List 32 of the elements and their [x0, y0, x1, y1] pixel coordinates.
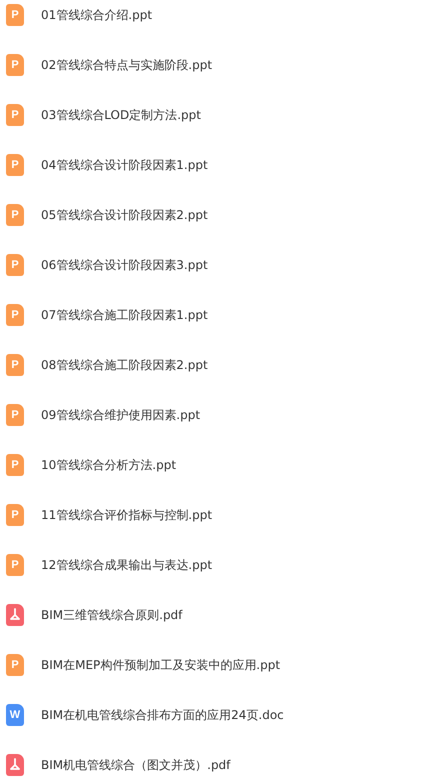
- presentation-file-icon: P: [6, 354, 24, 376]
- presentation-file-icon: P: [6, 554, 24, 576]
- file-name[interactable]: 05管线综合设计阶段因素2.ppt: [41, 204, 208, 226]
- presentation-file-icon: P: [6, 104, 24, 126]
- file-name[interactable]: BIM机电管线综合（图文并茂）.pdf: [41, 754, 230, 776]
- presentation-file-icon: P: [6, 54, 24, 76]
- file-name[interactable]: 02管线综合特点与实施阶段.ppt: [41, 54, 212, 76]
- pdf-file-icon: [6, 604, 24, 626]
- presentation-file-icon: P: [6, 204, 24, 226]
- presentation-file-icon: P: [6, 454, 24, 476]
- presentation-file-icon: P: [6, 404, 24, 426]
- pdf-file-icon: [6, 754, 24, 776]
- presentation-file-icon: P: [6, 154, 24, 176]
- presentation-file-icon: P: [6, 254, 24, 276]
- file-name[interactable]: BIM三维管线综合原则.pdf: [41, 604, 182, 626]
- file-name[interactable]: 07管线综合施工阶段因素1.ppt: [41, 304, 208, 326]
- file-name[interactable]: 03管线综合LOD定制方法.ppt: [41, 104, 201, 126]
- presentation-file-icon: P: [6, 4, 24, 26]
- file-name[interactable]: BIM在机电管线综合排布方面的应用24页.doc: [41, 704, 284, 726]
- document-file-icon: W: [6, 704, 24, 726]
- file-name[interactable]: 04管线综合设计阶段因素1.ppt: [41, 154, 208, 176]
- presentation-file-icon: P: [6, 654, 24, 676]
- presentation-file-icon: P: [6, 504, 24, 526]
- file-name[interactable]: 06管线综合设计阶段因素3.ppt: [41, 254, 208, 276]
- file-name[interactable]: 10管线综合分析方法.ppt: [41, 454, 176, 476]
- file-name[interactable]: BIM在MEP构件预制加工及安装中的应用.ppt: [41, 654, 280, 676]
- file-name[interactable]: 12管线综合成果输出与表达.ppt: [41, 554, 212, 576]
- presentation-file-icon: P: [6, 304, 24, 326]
- file-name[interactable]: 09管线综合维护使用因素.ppt: [41, 404, 200, 426]
- file-name[interactable]: 11管线综合评价指标与控制.ppt: [41, 504, 212, 526]
- file-name[interactable]: 01管线综合介绍.ppt: [41, 4, 152, 26]
- file-name[interactable]: 08管线综合施工阶段因素2.ppt: [41, 354, 208, 376]
